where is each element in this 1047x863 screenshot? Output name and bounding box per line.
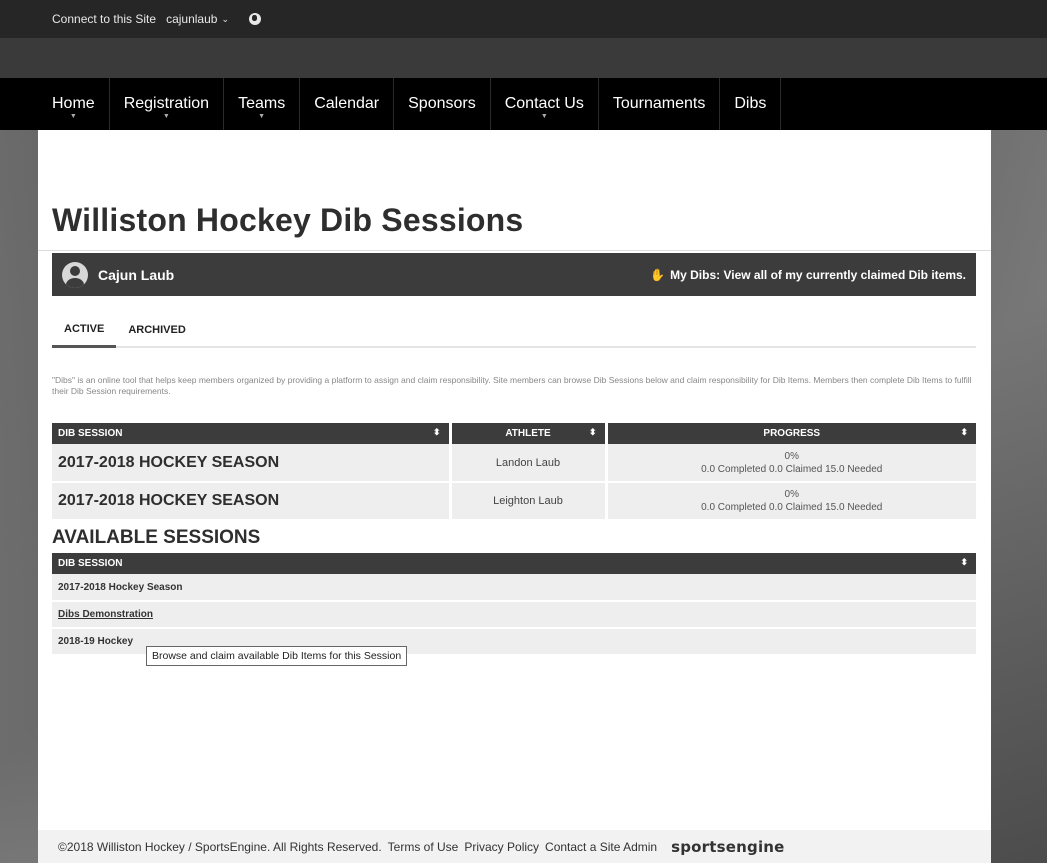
my-dibs-label: My Dibs: View all of my currently claime… — [670, 267, 966, 282]
caret-down-icon: ▼ — [69, 113, 77, 120]
utility-bar: Connect to this Site cajunlaub ⌄ — [0, 0, 1047, 38]
col-dib-session[interactable]: DIB SESSION ⬍ — [52, 553, 976, 574]
progress-detail: 0.0 Completed 0.0 Claimed 15.0 Needed — [701, 463, 883, 475]
available-session-link[interactable]: Dibs Demonstration — [52, 601, 976, 629]
nav-item-teams[interactable]: Teams ▼ — [224, 78, 301, 130]
terms-link[interactable]: Terms of Use — [388, 840, 459, 854]
intro-text: "Dibs" is an online tool that helps keep… — [52, 375, 972, 396]
sort-icon: ⬍ — [432, 427, 441, 437]
nav-left-pad — [0, 78, 38, 130]
col-label: PROGRESS — [763, 428, 821, 439]
table-row[interactable]: 2017-2018 HOCKEY SEASON Landon Laub 0% 0… — [52, 444, 976, 483]
nav-item-calendar[interactable]: Calendar — [300, 78, 395, 130]
col-athlete[interactable]: ATHLETE ⬍ — [450, 423, 608, 444]
hand-icon: ✋ — [650, 267, 666, 282]
athlete-name: Leighton Laub — [450, 482, 608, 521]
content-panel: Williston Hockey Dib Sessions Cajun Laub… — [38, 130, 991, 863]
nav-label: Teams — [238, 95, 286, 112]
user-bar: Cajun Laub ✋ My Dibs: View all of my cur… — [52, 253, 976, 296]
header-band — [0, 38, 1047, 78]
user-menu[interactable]: cajunlaub ⌄ — [166, 12, 239, 26]
caret-down-icon: ▼ — [258, 113, 266, 120]
session-tooltip: Browse and claim available Dib Items for… — [146, 646, 408, 666]
col-progress[interactable]: PROGRESS ⬍ — [606, 423, 976, 444]
table-row[interactable]: Dibs Demonstration — [52, 601, 976, 629]
table-row[interactable]: 2017-2018 HOCKEY SEASON Leighton Laub 0%… — [52, 482, 976, 521]
nav-item-contact-us[interactable]: Contact Us ▼ — [491, 78, 599, 130]
active-sessions-table: DIB SESSION ⬍ ATHLETE ⬍ PROGRESS ⬍ 2017-201… — [52, 423, 976, 521]
col-label: DIB SESSION — [58, 428, 123, 439]
progress-detail: 0.0 Completed 0.0 Claimed 15.0 Needed — [701, 502, 883, 513]
chevron-down-icon: ⌄ — [221, 13, 229, 24]
nav-label: Dibs — [734, 95, 767, 112]
nav-right-pad — [991, 78, 1047, 130]
nav-item-home[interactable]: Home ▼ — [38, 78, 110, 130]
sort-icon: ⬍ — [588, 427, 597, 437]
nav-label: Tournaments — [612, 95, 706, 112]
nav-label: Sponsors — [408, 95, 476, 112]
available-sessions-table: DIB SESSION ⬍ 2017-2018 Hockey Season Dib… — [52, 553, 976, 656]
page-title: Williston Hockey Dib Sessions — [52, 202, 524, 238]
nav-item-sponsors[interactable]: Sponsors — [394, 78, 491, 130]
footer: ©2018 Williston Hockey / SportsEngine. A… — [38, 830, 991, 863]
session-tabs: ACTIVE ARCHIVED — [52, 312, 976, 348]
nav-label: Registration — [123, 95, 210, 112]
nav-item-tournaments[interactable]: Tournaments — [599, 78, 721, 130]
nav-fill — [781, 78, 991, 130]
nav-label: Calendar — [314, 95, 380, 112]
main-nav: Home ▼ Registration ▼ Teams ▼ Calendar Spon… — [38, 78, 991, 130]
my-dibs-link[interactable]: ✋ My Dibs: View all of my currently clai… — [650, 268, 966, 282]
privacy-link[interactable]: Privacy Policy — [464, 840, 539, 854]
progress-cell: 0% 0.0 Completed 0.0 Claimed 15.0 Needed — [606, 482, 976, 521]
nav-item-registration[interactable]: Registration ▼ — [110, 78, 225, 130]
user-name: Cajun Laub — [98, 266, 175, 283]
col-dib-session[interactable]: DIB SESSION ⬍ — [52, 423, 452, 444]
avatar — [62, 261, 88, 288]
user-menu-label: cajunlaub — [166, 12, 218, 26]
col-label: DIB SESSION — [58, 558, 123, 569]
available-sessions-title: AVAILABLE SESSIONS — [52, 527, 261, 548]
progress-cell: 0% 0.0 Completed 0.0 Claimed 15.0 Needed — [606, 444, 976, 483]
title-divider — [38, 250, 991, 251]
tab-active[interactable]: ACTIVE — [52, 312, 117, 348]
connect-link[interactable]: Connect to this Site — [52, 12, 156, 26]
copyright-text: ©2018 Williston Hockey / SportsEngine. A… — [58, 839, 382, 854]
available-session-link[interactable]: 2017-2018 Hockey Season — [52, 574, 976, 602]
progress-percent: 0% — [784, 489, 799, 500]
table-row[interactable]: 2017-2018 Hockey Season — [52, 574, 976, 602]
tab-archived[interactable]: ARCHIVED — [116, 312, 197, 348]
nav-label: Home — [52, 95, 95, 112]
col-label: ATHLETE — [505, 428, 551, 439]
caret-down-icon: ▼ — [162, 113, 170, 120]
session-name: 2017-2018 HOCKEY SEASON — [52, 482, 452, 521]
globe-icon — [248, 13, 261, 25]
caret-down-icon: ▼ — [540, 113, 548, 120]
nav-item-dibs[interactable]: Dibs — [720, 78, 782, 130]
nav-label: Contact Us — [504, 95, 584, 112]
contact-admin-link[interactable]: Contact a Site Admin — [545, 840, 657, 854]
session-name: 2017-2018 HOCKEY SEASON — [52, 444, 452, 483]
sort-icon: ⬍ — [960, 557, 968, 567]
language-button[interactable] — [248, 13, 271, 25]
sort-icon: ⬍ — [960, 427, 968, 437]
athlete-name: Landon Laub — [450, 444, 608, 483]
sportsengine-logo[interactable]: sportsengine — [671, 838, 784, 856]
progress-percent: 0% — [784, 450, 799, 462]
